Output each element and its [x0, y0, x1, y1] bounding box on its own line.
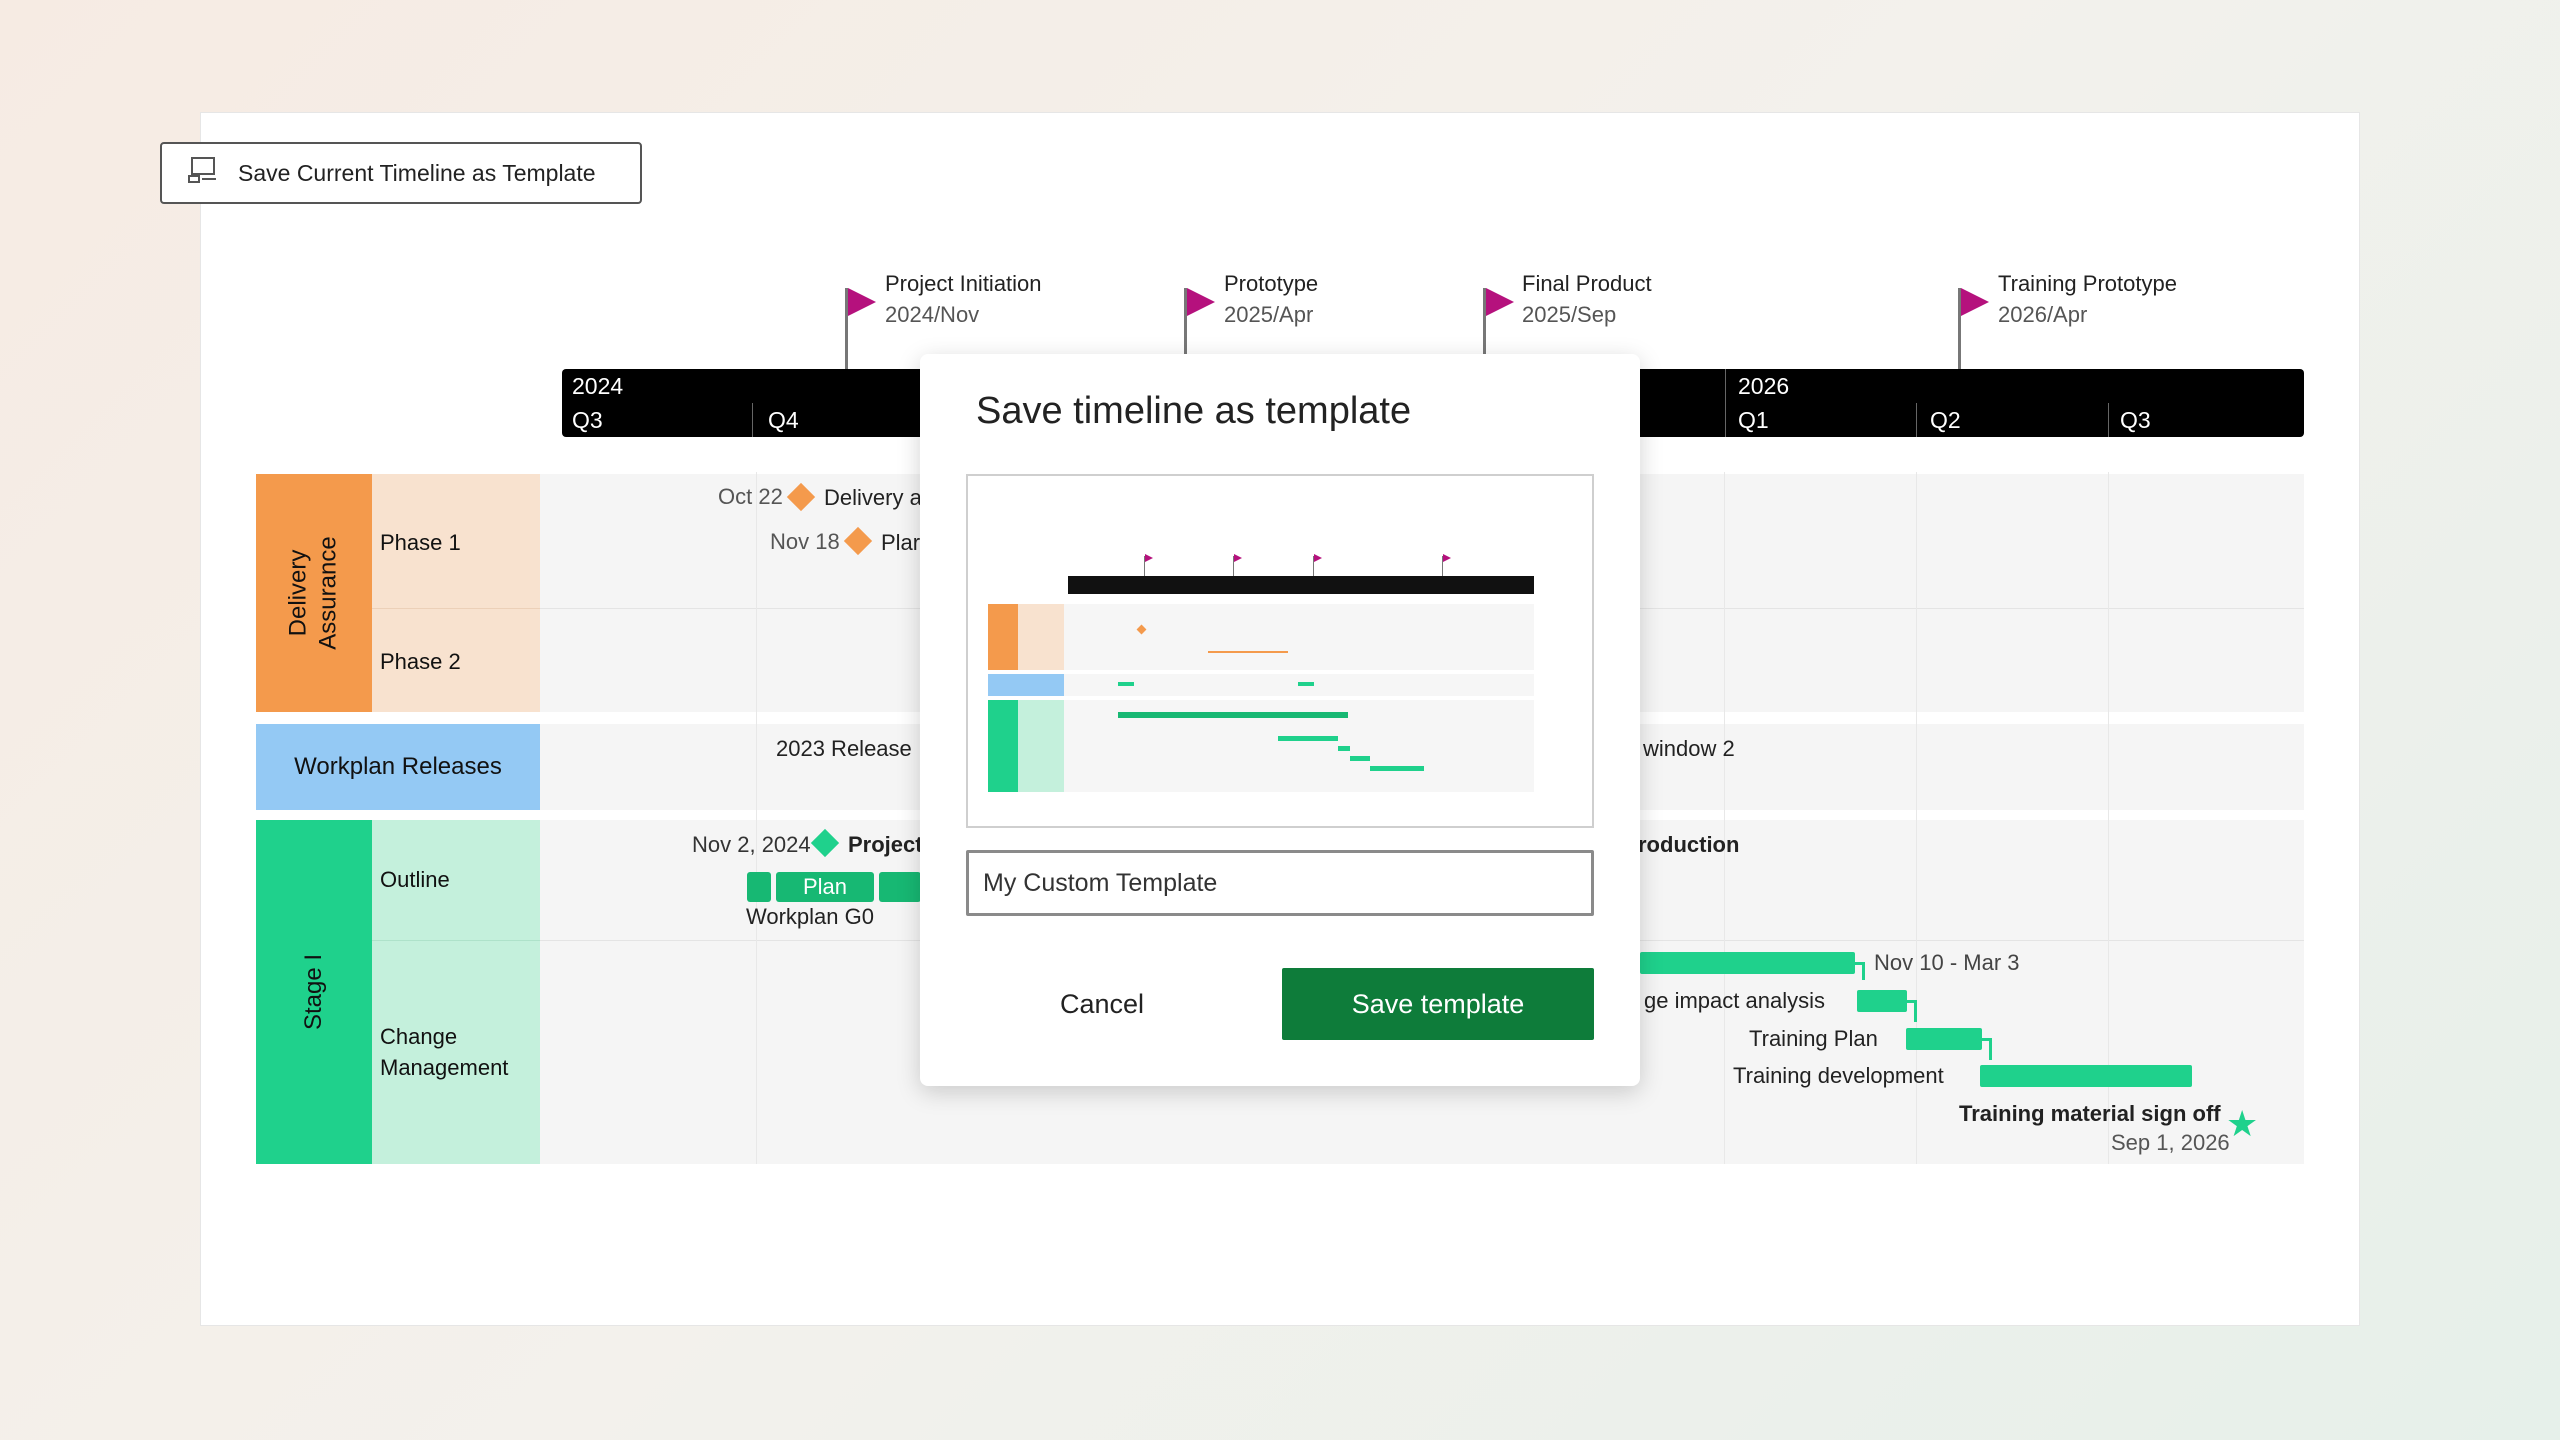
task-bar-start[interactable] [747, 872, 771, 902]
quarter-q3-2024: Q3 [572, 407, 603, 433]
swimlane-title: Workplan Releases [294, 753, 502, 780]
dialog-title: Save timeline as template [976, 390, 1412, 432]
task-bar-training-development[interactable] [1980, 1065, 2192, 1087]
swimlane-title: Delivery Assurance [284, 536, 342, 650]
save-template-dialog: Save timeline as template Cancel Save te… [920, 354, 1640, 1086]
release-window-2[interactable]: window 2 [1643, 736, 1735, 762]
dependency-connector [1855, 962, 1865, 980]
quarter-q2-2026: Q2 [1930, 407, 1961, 433]
save-current-label: Save Current Timeline as Template [238, 159, 596, 186]
star-icon: ★ [2226, 1103, 2259, 1144]
task-bar-nov10[interactable] [1640, 952, 1855, 974]
flag-icon [1486, 288, 1514, 316]
dependency-connector [1907, 1000, 1917, 1022]
task-training-development[interactable]: Training development [1733, 1063, 1944, 1089]
task-bar-impact[interactable] [1857, 990, 1907, 1012]
quarter-q3-2026: Q3 [2120, 407, 2151, 433]
workplan-g0-label: Workplan G0 [746, 904, 874, 929]
template-icon [188, 156, 218, 190]
cancel-button[interactable]: Cancel [1002, 968, 1202, 1040]
task-impact-analysis[interactable]: ge impact analysis [1644, 988, 1825, 1014]
sub-swimlane-change-management[interactable]: Change Management [380, 1021, 508, 1083]
task-date-range: Nov 10 - Mar 3 [1874, 950, 2020, 975]
dependency-connector [1982, 1038, 1992, 1060]
flag-icon [1961, 288, 1989, 316]
task-bar-plan[interactable]: Plan [776, 872, 874, 902]
task-training-plan[interactable]: Training Plan [1749, 1026, 1878, 1052]
quarter-q4-2024: Q4 [768, 407, 799, 433]
swimlane-stage-1[interactable]: Stage I [256, 820, 372, 1164]
swimlane-delivery-assurance[interactable]: Delivery Assurance [256, 474, 372, 712]
sub-swimlane-phase-2[interactable]: Phase 2 [380, 646, 461, 677]
task-bar-next[interactable] [879, 872, 921, 902]
sub-swimlane-outline[interactable]: Outline [380, 864, 450, 895]
flag-icon [1187, 288, 1215, 316]
year-2024: 2024 [572, 373, 624, 399]
milestone-production[interactable]: roduction [1638, 832, 1739, 858]
task-bar-training-plan[interactable] [1906, 1028, 1982, 1050]
save-template-button[interactable]: Save template [1282, 968, 1594, 1040]
quarter-q1-2026: Q1 [1738, 407, 1769, 433]
save-current-timeline-button[interactable]: Save Current Timeline as Template [160, 142, 642, 204]
sub-swimlane-phase-1[interactable]: Phase 1 [380, 527, 461, 558]
release-2023[interactable]: 2023 Release [776, 736, 912, 762]
year-2026: 2026 [1738, 373, 1790, 399]
flag-icon [848, 288, 876, 316]
swimlane-workplan-releases[interactable]: Workplan Releases [256, 724, 540, 810]
swimlane-title: Stage I [300, 953, 327, 1031]
template-name-input[interactable] [966, 850, 1594, 916]
template-preview [966, 474, 1594, 828]
